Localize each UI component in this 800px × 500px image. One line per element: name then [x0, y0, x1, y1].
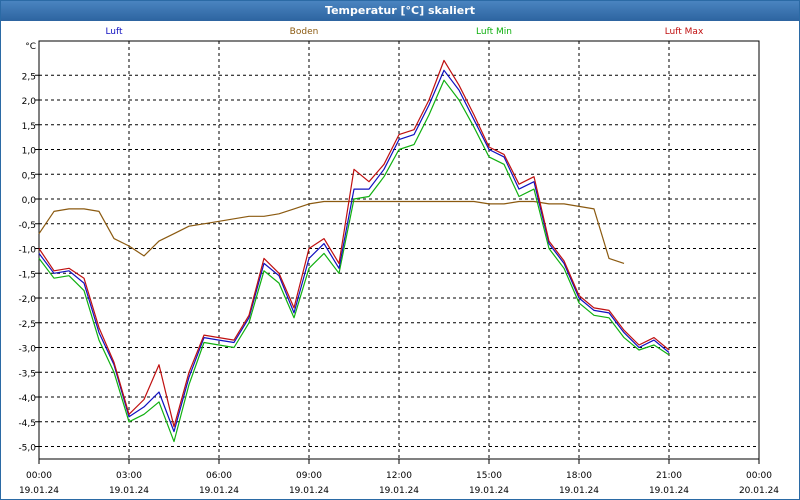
- y-tick-label: -1,0: [18, 246, 36, 256]
- x-tick-label-date: 19.01.24: [109, 486, 149, 496]
- y-axis-label: °C: [25, 42, 36, 52]
- x-tick-label-date: 20.01.24: [739, 486, 779, 496]
- x-tick-label-time: 18:00: [566, 471, 592, 481]
- x-tick-label-time: 06:00: [206, 471, 232, 481]
- x-tick-label-date: 19.01.24: [199, 486, 239, 496]
- y-tick-label: -1,5: [18, 270, 36, 280]
- x-tick-label-date: 19.01.24: [289, 486, 329, 496]
- y-tick-label: -4,0: [18, 394, 36, 404]
- x-tick-label-time: 03:00: [116, 471, 142, 481]
- x-tick-label-date: 19.01.24: [19, 486, 59, 496]
- legend-entry-luft-max: Luft Max: [665, 27, 704, 37]
- y-tick-label: 0,5: [22, 171, 36, 181]
- x-tick-label-date: 19.01.24: [559, 486, 599, 496]
- y-tick-label: -2,0: [18, 295, 36, 305]
- legend-entry-boden: Boden: [290, 27, 319, 37]
- temperature-chart: 2,5 2,0 1,5 1,0 0,5 0,0 -0,5 -1,0 -1,5 -2,0 -2,5 -3…: [18, 27, 779, 496]
- y-tick-label: -0,5: [18, 221, 36, 231]
- x-tick-label-time: 12:00: [386, 471, 412, 481]
- chart-window: Temperatur [°C] skaliert 2,5 2,0 1,5 1,0 0,5…: [0, 0, 800, 500]
- legend-entry-luft-min: Luft Min: [476, 27, 512, 37]
- y-tick-label: 2,0: [22, 97, 37, 107]
- y-tick-label: -3,0: [18, 345, 36, 355]
- y-tick-label: 1,0: [22, 147, 37, 157]
- y-tick-label: -2,5: [18, 320, 36, 330]
- y-tick-label: 1,5: [22, 122, 36, 132]
- y-tick-label: -5,0: [18, 444, 36, 454]
- y-tick-label: -4,5: [18, 419, 36, 429]
- y-tick-label: 2,5: [22, 72, 36, 82]
- x-tick-label-time: 15:00: [476, 471, 502, 481]
- x-tick-label-date: 19.01.24: [649, 486, 689, 496]
- y-tick-label: -3,5: [18, 369, 36, 379]
- legend-entry-luft: Luft: [105, 27, 123, 37]
- x-tick-label-date: 19.01.24: [469, 486, 509, 496]
- x-tick-label-time: 09:00: [296, 471, 322, 481]
- x-tick-label-time: 00:00: [746, 471, 772, 481]
- y-tick-label: 0,0: [22, 196, 37, 206]
- x-tick-label-time: 21:00: [656, 471, 682, 481]
- x-tick-label-date: 19.01.24: [379, 486, 419, 496]
- x-tick-label-time: 00:00: [26, 471, 52, 481]
